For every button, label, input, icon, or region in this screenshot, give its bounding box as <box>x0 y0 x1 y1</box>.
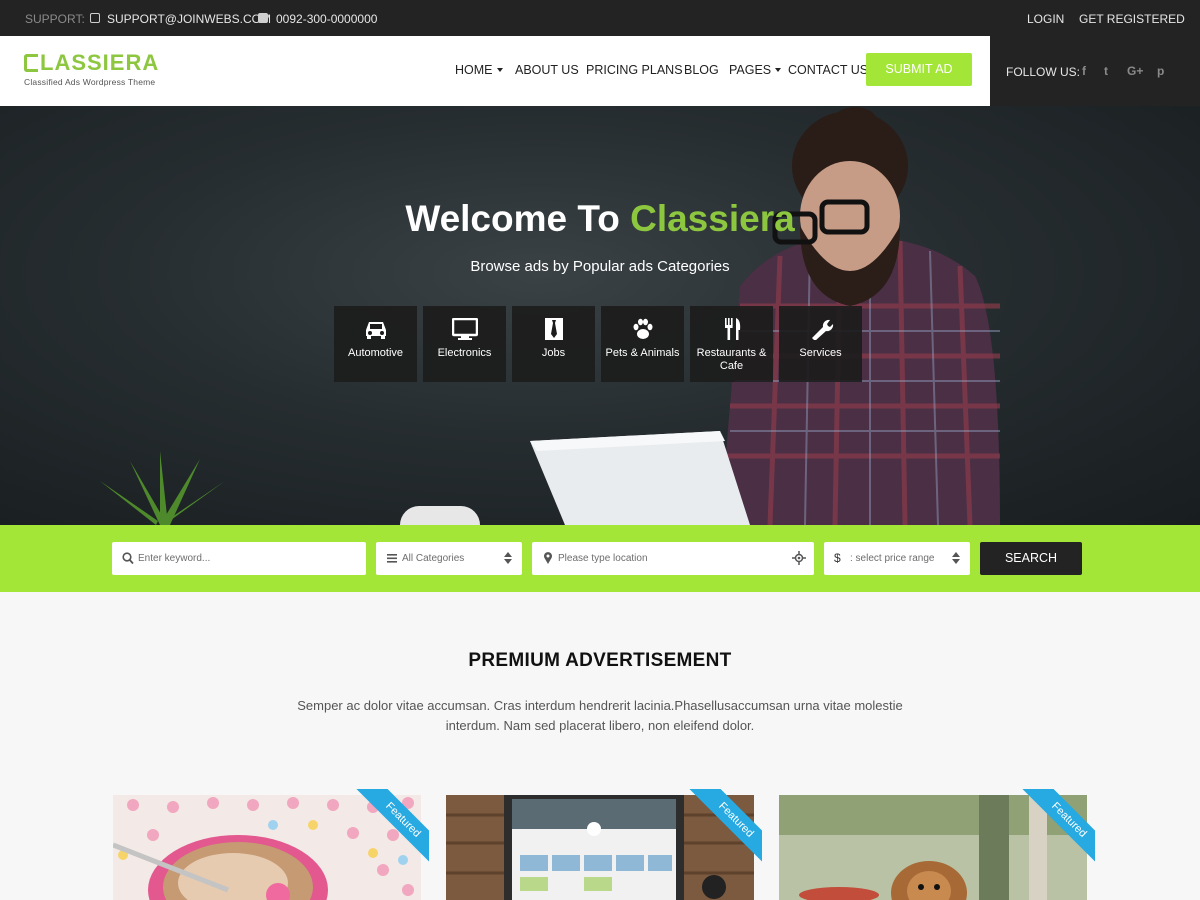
category-automotive[interactable]: Automotive <box>334 306 417 382</box>
nav-item-contact[interactable]: CONTACT US <box>788 63 868 77</box>
featured-badge-3: Featured <box>1015 789 1095 869</box>
select-arrows-icon <box>504 552 512 564</box>
dollar-icon: $ <box>834 551 841 565</box>
main-header: LASSIERA Classified Ads Wordpress Theme … <box>0 36 990 106</box>
premium-section-description: Semper ac dolor vitae accumsan. Cras int… <box>297 698 903 733</box>
cutlery-icon <box>724 318 740 340</box>
logo-mark-icon <box>24 54 38 72</box>
twitter-icon[interactable]: t <box>1104 64 1108 78</box>
logo-text: LASSIERA <box>40 50 160 75</box>
category-tiles: Automotive Electronics Jobs Pets & Anima… <box>334 306 864 382</box>
plant-illustration <box>100 451 225 525</box>
location-input[interactable]: Please type location <box>532 542 814 575</box>
chevron-down-icon <box>496 68 503 72</box>
keyword-placeholder: Enter keyword... <box>138 553 211 564</box>
select-arrows-icon <box>952 552 960 564</box>
phone-icon <box>258 13 268 23</box>
hero-subtitle: Browse ads by Popular ads Categories <box>470 258 730 275</box>
chevron-down-icon <box>775 68 782 72</box>
premium-section-title: PREMIUM ADVERTISEMENT <box>468 650 732 671</box>
search-button[interactable]: SEARCH <box>980 542 1082 575</box>
google-plus-icon[interactable]: G+ <box>1127 64 1143 78</box>
featured-badge-1: Featured <box>349 789 429 869</box>
category-pets[interactable]: Pets & Animals <box>601 306 684 382</box>
featured-badge-2: Featured <box>682 789 762 869</box>
submit-ad-button[interactable]: SUBMIT AD <box>866 53 972 86</box>
map-pin-icon <box>544 552 552 564</box>
pinterest-icon[interactable]: p <box>1157 64 1164 78</box>
search-icon <box>122 552 134 565</box>
support-phone: 0092-300-0000000 <box>276 12 378 26</box>
site-logo[interactable]: LASSIERA Classified Ads Wordpress Theme <box>24 50 174 94</box>
category-select-value: All Categories <box>402 553 465 564</box>
support-email-link[interactable]: SUPPORT@JOINWEBS.COM <box>107 12 271 26</box>
laptop-illustration <box>530 431 750 525</box>
category-jobs[interactable]: Jobs <box>512 306 595 382</box>
login-link[interactable]: LOGIN <box>1027 12 1064 26</box>
nav-item-blog[interactable]: BLOG <box>684 63 719 77</box>
locate-me-icon[interactable] <box>792 551 806 565</box>
search-bar: Enter keyword... All Categories Please t… <box>0 525 1200 592</box>
monitor-icon <box>451 318 478 340</box>
category-electronics[interactable]: Electronics <box>423 306 506 382</box>
category-select[interactable]: All Categories <box>376 542 522 575</box>
nav-item-pages[interactable]: PAGES <box>729 63 782 77</box>
cup-illustration <box>400 506 480 525</box>
list-icon <box>387 554 397 563</box>
nav-item-about[interactable]: ABOUT US <box>515 63 579 77</box>
keyword-input[interactable]: Enter keyword... <box>112 542 366 575</box>
nav-item-home[interactable]: HOME <box>455 63 503 77</box>
hero-title: Welcome To Classiera <box>405 198 795 239</box>
nav-item-pricing[interactable]: PRICING PLANS <box>586 63 683 77</box>
tie-icon <box>544 318 563 340</box>
logo-tagline: Classified Ads Wordpress Theme <box>24 77 156 87</box>
paw-icon <box>633 318 652 339</box>
top-bar: SUPPORT: SUPPORT@JOINWEBS.COM 0092-300-0… <box>0 0 1200 36</box>
follow-us-panel: FOLLOW US: f t G+ p <box>990 36 1200 106</box>
register-link[interactable]: GET REGISTERED <box>1079 12 1185 26</box>
email-icon <box>90 13 100 23</box>
price-range-select[interactable]: $ : select price range <box>824 542 970 575</box>
location-placeholder: Please type location <box>558 553 648 564</box>
follow-us-label: FOLLOW US: <box>1006 65 1081 79</box>
wrench-icon <box>811 319 833 340</box>
price-range-value: : select price range <box>850 553 935 564</box>
support-label: SUPPORT: <box>25 12 85 26</box>
car-icon <box>365 322 386 339</box>
category-services[interactable]: Services <box>779 306 862 382</box>
facebook-icon[interactable]: f <box>1082 64 1086 78</box>
category-restaurants[interactable]: Restaurants & Cafe <box>690 306 773 382</box>
hero-banner: Welcome To Classiera Browse ads by Popul… <box>0 106 1200 525</box>
